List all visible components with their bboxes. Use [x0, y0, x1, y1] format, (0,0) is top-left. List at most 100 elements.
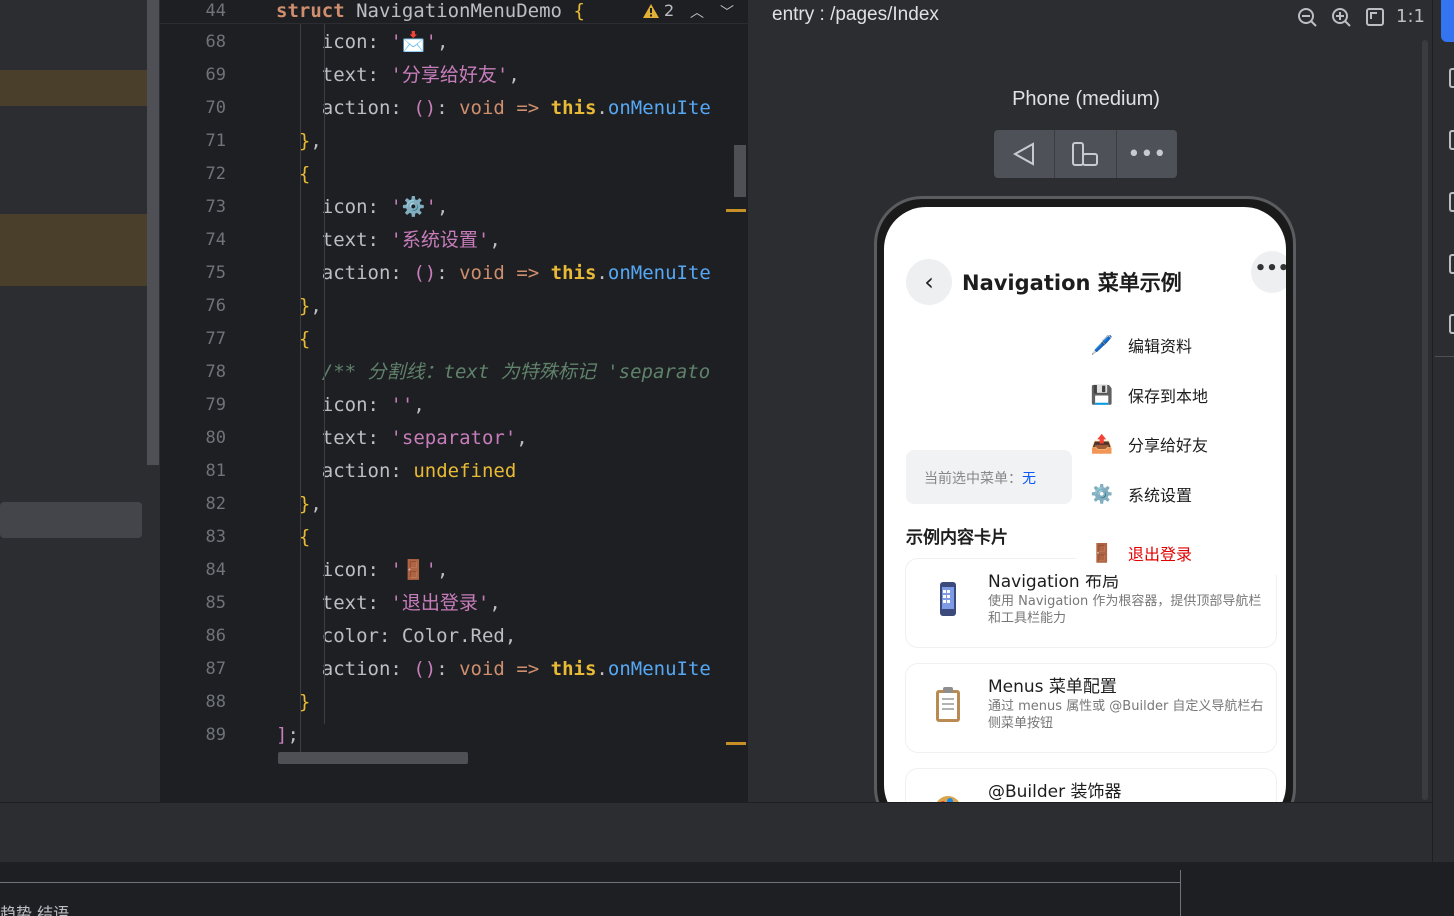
tool-window-icon[interactable]	[1449, 254, 1454, 274]
code-line[interactable]: action: (): void => this.onMenuIte	[322, 653, 711, 686]
zoom-out-icon[interactable]	[1294, 6, 1320, 28]
status-area	[0, 862, 1454, 916]
menu-item-icon: 💾	[1090, 384, 1114, 406]
line-number: 89	[205, 725, 226, 745]
back-triangle-icon[interactable]	[994, 130, 1056, 178]
warning-icon	[643, 3, 659, 18]
code-line[interactable]: action: (): void => this.onMenuIte	[322, 257, 711, 290]
tool-window-icon[interactable]	[1449, 68, 1454, 88]
line-number: 78	[205, 362, 226, 382]
menu-item-label: 编辑资料	[1128, 337, 1193, 356]
indent-guide	[300, 24, 301, 760]
app-back-button[interactable]: ‹	[906, 259, 952, 305]
line-number: 76	[205, 296, 226, 316]
phone-icon	[932, 579, 964, 619]
chevron-left-icon: ‹	[924, 268, 934, 296]
code-line[interactable]: /** 分割线：text 为特殊标记 'separato	[322, 356, 710, 389]
section-title: 示例内容卡片	[906, 528, 1008, 548]
content-card[interactable]: Menus 菜单配置 通过 menus 属性或 @Builder 自定义导航栏右侧…	[906, 664, 1276, 752]
more-options-icon[interactable]: •••	[1117, 130, 1177, 178]
actual-size-icon[interactable]: 1:1	[1396, 6, 1425, 28]
code-line[interactable]: text: '系统设置',	[322, 224, 501, 257]
menu-item[interactable]: 📤 分享给好友	[1090, 426, 1208, 462]
line-number: 75	[205, 263, 226, 283]
rotate-device-icon[interactable]	[1055, 130, 1117, 178]
line-number: 68	[205, 32, 226, 52]
app-more-menu-button[interactable]: •••	[1251, 251, 1286, 293]
app-nav-title: Navigation 菜单示例	[962, 271, 1182, 295]
line-number: 80	[205, 428, 226, 448]
chevron-up-icon[interactable]: ︿	[690, 2, 704, 22]
line-number: 79	[205, 395, 226, 415]
line-number-gutter: 68 69 70 71 72 73 74 75 76 77 78 79 80 81 82 83 84 85 86 87…	[160, 0, 240, 765]
code-line[interactable]: text: '退出登录',	[322, 587, 501, 620]
menu-item[interactable]: 🖊️ 编辑资料	[1090, 327, 1192, 363]
code-line[interactable]: icon: '',	[322, 389, 425, 422]
code-line[interactable]: ];	[276, 719, 299, 752]
code-line[interactable]: action: undefined	[322, 455, 516, 488]
line-number: 73	[205, 197, 226, 217]
tool-window-icon[interactable]	[1449, 314, 1454, 334]
code-line[interactable]: },	[299, 290, 322, 323]
warning-marker[interactable]	[726, 209, 746, 212]
line-number: 71	[205, 131, 226, 151]
menu-item-icon: 🖊️	[1090, 334, 1114, 356]
previewer-tab-active[interactable]	[1441, 0, 1454, 42]
fit-icon[interactable]	[1362, 6, 1388, 28]
right-tool-strip	[1432, 0, 1454, 916]
line-number: 85	[205, 593, 226, 613]
code-line[interactable]: text: 'separator',	[322, 422, 528, 455]
preview-scrollbar[interactable]	[1422, 40, 1428, 800]
popup-menu: 🖊️ 编辑资料 💾 保存到本地 📤 分享给好友 ⚙️ 系统设置 🚪 退出登录	[1076, 315, 1286, 575]
menu-item-label: 保存到本地	[1128, 387, 1209, 406]
menu-item-icon: 📤	[1090, 433, 1114, 455]
menu-item-icon: 🚪	[1090, 542, 1114, 564]
code-line[interactable]: },	[299, 488, 322, 521]
line-number: 82	[205, 494, 226, 514]
menu-item[interactable]: 💾 保存到本地	[1090, 377, 1208, 413]
sticky-line-number: 44	[205, 1, 226, 21]
chevron-down-icon[interactable]: ﹀	[720, 2, 734, 22]
device-name: Phone (medium)	[1012, 88, 1160, 110]
line-number: 77	[205, 329, 226, 349]
card-description: 通过 menus 属性或 @Builder 自定义导航栏右侧菜单按钮	[988, 699, 1264, 731]
editor-scrollbar-thumb[interactable]	[734, 145, 746, 197]
warnings-indicator[interactable]: 2	[642, 1, 674, 20]
tree-item-selected[interactable]	[0, 502, 142, 538]
tree-item-highlighted[interactable]	[0, 214, 150, 286]
code-editor[interactable]: 68 69 70 71 72 73 74 75 76 77 78 79 80 81 82 83 84 85 86 87…	[160, 0, 748, 802]
code-line[interactable]: action: (): void => this.onMenuIte	[322, 92, 711, 125]
code-line[interactable]: icon: '📩',	[322, 26, 449, 59]
line-number: 72	[205, 164, 226, 184]
editor-horizontal-scrollbar[interactable]	[278, 752, 468, 764]
line-number: 81	[205, 461, 226, 481]
code-line[interactable]: },	[299, 125, 322, 158]
sticky-scope-header[interactable]: 44 struct NavigationMenuDemo { 2 ︿ ﹀	[160, 0, 748, 24]
clipboard-icon	[932, 684, 964, 724]
code-line[interactable]: icon: '🚪',	[322, 554, 449, 587]
zoom-in-icon[interactable]	[1328, 6, 1354, 28]
code-line[interactable]: text: '分享给好友',	[322, 59, 520, 92]
bottom-panel-text: 趋势 结语	[0, 904, 70, 916]
line-number: 84	[205, 560, 226, 580]
phone-frame: ‹ Navigation 菜单示例 ••• 当前选中菜单：无 示例内容卡片 Na…	[874, 196, 1296, 836]
menu-item[interactable]: ⚙️ 系统设置	[1090, 476, 1192, 512]
line-number: 87	[205, 659, 226, 679]
tool-window-icon[interactable]	[1449, 192, 1454, 212]
menu-item[interactable]: 🚪 退出登录	[1090, 535, 1192, 571]
card-title: @Builder 装饰器	[988, 782, 1122, 802]
ide-window: 68 69 70 71 72 73 74 75 76 77 78 79 80 81 82 83 84 85 86 87…	[0, 0, 1454, 916]
menu-item-label: 退出登录	[1128, 545, 1193, 564]
warnings-count: 2	[664, 1, 675, 20]
tree-scrollbar[interactable]	[147, 0, 159, 465]
tree-item-highlighted[interactable]	[0, 70, 150, 106]
indent-guide	[324, 24, 325, 724]
code-line[interactable]: icon: '⚙️',	[322, 191, 449, 224]
line-number: 69	[205, 65, 226, 85]
previewer-panel: entry : /pages/Index 1:1 Phone (medium) …	[748, 0, 1432, 836]
tool-window-icon[interactable]	[1449, 130, 1454, 150]
project-tree-panel	[0, 0, 160, 802]
code-line[interactable]: color: Color.Red,	[322, 620, 516, 653]
line-number: 83	[205, 527, 226, 547]
warning-marker[interactable]	[726, 742, 746, 745]
